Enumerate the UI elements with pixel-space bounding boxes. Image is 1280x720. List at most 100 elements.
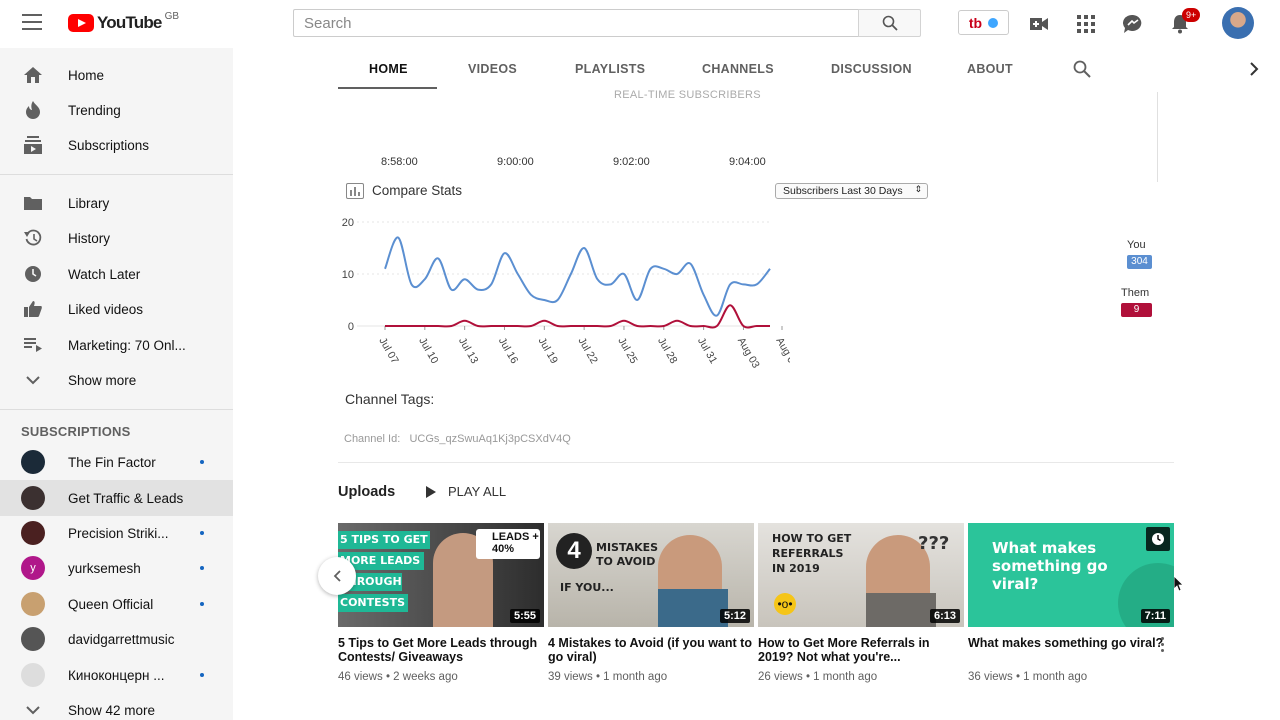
chevron-right-icon[interactable] bbox=[1250, 62, 1259, 81]
stats-range-select[interactable]: Subscribers Last 30 Days ⇕ bbox=[775, 183, 928, 199]
sidebar-item-watch-later[interactable]: Watch Later bbox=[0, 256, 233, 292]
sidebar-item-playlist[interactable]: Marketing: 70 Onl... bbox=[0, 327, 233, 363]
sidebar-item-liked-videos[interactable]: Liked videos bbox=[0, 291, 233, 327]
x-tick-label: Jul 07 bbox=[376, 336, 400, 366]
x-tick-label: Jul 13 bbox=[456, 336, 480, 366]
subscription-item[interactable]: Precision Striki... bbox=[0, 515, 233, 551]
x-tick-label: Jul 28 bbox=[655, 336, 679, 366]
carousel-previous-button[interactable] bbox=[318, 557, 356, 595]
video-title[interactable]: How to Get More Referrals in 2019? Not w… bbox=[758, 636, 964, 664]
realtime-subscribers-label: REAL-TIME SUBSCRIBERS bbox=[614, 89, 761, 101]
play-all-label: PLAY ALL bbox=[448, 484, 507, 499]
search-button[interactable] bbox=[858, 9, 921, 37]
subscription-item[interactable]: Queen Official bbox=[0, 586, 233, 622]
thumb-text: IN 2019 bbox=[772, 562, 820, 575]
sidebar-show-more-subscriptions[interactable]: Show 42 more bbox=[0, 692, 233, 720]
video-views: 26 views bbox=[758, 671, 803, 683]
sidebar-item-library[interactable]: Library bbox=[0, 185, 233, 221]
search-input[interactable]: Search bbox=[293, 9, 859, 37]
tab-discussion[interactable]: DISCUSSION bbox=[831, 62, 912, 76]
notification-badge: 9+ bbox=[1182, 8, 1201, 22]
legend-you-label: You bbox=[1127, 239, 1146, 251]
sidebar-item-label: Subscriptions bbox=[68, 137, 150, 153]
uploads-heading[interactable]: Uploads bbox=[338, 484, 395, 500]
video-duration: 7:11 bbox=[1140, 609, 1170, 623]
channel-id-label: Channel Id: bbox=[344, 433, 401, 445]
video-card[interactable]: HOW TO GET REFERRALS IN 2019 ??? •o• 6:1… bbox=[758, 523, 964, 683]
channel-avatar bbox=[21, 627, 45, 651]
video-title[interactable]: What makes something go viral? bbox=[968, 636, 1174, 664]
top-bar: YouTube GB Search tb 9+ bbox=[0, 0, 1280, 48]
sidebar-item-trending[interactable]: Trending bbox=[0, 92, 233, 128]
sidebar-item-home[interactable]: Home bbox=[0, 57, 233, 93]
compare-stats-title: Compare Stats bbox=[372, 183, 463, 198]
thumb-text: HOW TO GET bbox=[772, 532, 852, 545]
sidebar-item-label: Home bbox=[68, 67, 105, 83]
time-label: 8:58:00 bbox=[381, 156, 418, 168]
tab-videos[interactable]: VIDEOS bbox=[468, 62, 517, 76]
folder-icon bbox=[24, 194, 42, 212]
thumb-number: 4 bbox=[556, 533, 592, 569]
play-icon bbox=[426, 485, 436, 498]
x-tick-label: Jul 16 bbox=[496, 336, 520, 366]
play-all-button[interactable]: PLAY ALL bbox=[426, 484, 506, 499]
thumb-text: What makes bbox=[992, 539, 1097, 557]
video-card[interactable]: What makes something go viral? 7:11 What… bbox=[968, 523, 1174, 683]
tab-channels[interactable]: CHANNELS bbox=[702, 62, 774, 76]
sidebar: Home Trending Subscriptions Library Hist… bbox=[0, 48, 233, 720]
tab-about[interactable]: ABOUT bbox=[967, 62, 1013, 76]
youtube-logo[interactable]: YouTube GB bbox=[68, 10, 180, 34]
sidebar-item-subscriptions[interactable]: Subscriptions bbox=[0, 127, 233, 163]
subscription-item[interactable]: Get Traffic & Leads bbox=[0, 480, 233, 516]
subscription-label: Get Traffic & Leads bbox=[68, 490, 184, 506]
thumb-text: TO AVOID bbox=[596, 555, 656, 568]
messages-icon[interactable] bbox=[1121, 12, 1145, 36]
tab-playlists[interactable]: PLAYLISTS bbox=[575, 62, 645, 76]
new-content-dot bbox=[200, 673, 204, 677]
video-title[interactable]: 5 Tips to Get More Leads through Contest… bbox=[338, 636, 544, 664]
video-thumbnail[interactable]: 4 MISTAKES TO AVOID IF YOU... 5:12 bbox=[548, 523, 754, 627]
playlist-icon bbox=[24, 336, 42, 354]
search-icon bbox=[882, 15, 898, 31]
channel-avatar: y bbox=[21, 556, 45, 580]
subscription-label: Queen Official bbox=[68, 596, 154, 612]
subscription-item[interactable]: y yurksemesh bbox=[0, 550, 233, 586]
time-label: 9:02:00 bbox=[613, 156, 650, 168]
more-actions-icon[interactable] bbox=[1159, 637, 1165, 653]
legend-them-label: Them bbox=[1121, 287, 1150, 299]
menu-icon[interactable] bbox=[22, 14, 42, 32]
channel-id-value: UCGs_qzSwuAq1Kj3pCSXdV4Q bbox=[409, 433, 571, 445]
sidebar-item-history[interactable]: History bbox=[0, 220, 233, 256]
video-thumbnail[interactable]: 5 TIPS TO GET MORE LEADS THROUGH CONTEST… bbox=[338, 523, 544, 627]
video-thumbnail[interactable]: What makes something go viral? 7:11 bbox=[968, 523, 1174, 627]
subscription-item[interactable]: Киноконцерн ... bbox=[0, 657, 233, 693]
video-thumbnail[interactable]: HOW TO GET REFERRALS IN 2019 ??? •o• 6:1… bbox=[758, 523, 964, 627]
subscription-item[interactable]: davidgarrettmusic bbox=[0, 621, 233, 657]
video-age: 1 month ago bbox=[603, 671, 668, 683]
account-avatar[interactable] bbox=[1222, 7, 1254, 39]
sidebar-item-label: Marketing: 70 Onl... bbox=[68, 337, 186, 353]
apps-grid-icon[interactable] bbox=[1074, 12, 1098, 36]
time-label: 9:04:00 bbox=[729, 156, 766, 168]
sidebar-show-more[interactable]: Show more bbox=[0, 362, 233, 398]
video-card[interactable]: 4 MISTAKES TO AVOID IF YOU... 5:12 4 Mis… bbox=[548, 523, 754, 683]
subscription-item[interactable]: The Fin Factor bbox=[0, 444, 233, 480]
subscription-label: Precision Striki... bbox=[68, 525, 169, 541]
video-age: 1 month ago bbox=[813, 671, 878, 683]
history-icon bbox=[24, 229, 42, 247]
chevron-left-icon bbox=[333, 570, 341, 582]
legend-them-value: 9 bbox=[1121, 303, 1152, 317]
watch-later-button[interactable] bbox=[1146, 527, 1170, 551]
x-tick-label: Aug 03 bbox=[735, 336, 762, 371]
video-title[interactable]: 4 Mistakes to Avoid (if you want to go v… bbox=[548, 636, 754, 664]
thumb-text: viral? bbox=[992, 575, 1039, 593]
country-code: GB bbox=[164, 10, 180, 22]
channel-search-icon[interactable] bbox=[1073, 60, 1091, 83]
video-meta: 26 views • 1 month ago bbox=[758, 671, 878, 683]
create-video-icon[interactable] bbox=[1027, 12, 1051, 36]
tubebuddy-extension-button[interactable]: tb bbox=[958, 10, 1009, 35]
video-card[interactable]: 5 TIPS TO GET MORE LEADS THROUGH CONTEST… bbox=[338, 523, 544, 683]
x-tick-label: Jul 22 bbox=[576, 336, 600, 366]
mouse-cursor-icon bbox=[1173, 575, 1184, 597]
tab-home[interactable]: HOME bbox=[369, 62, 408, 76]
